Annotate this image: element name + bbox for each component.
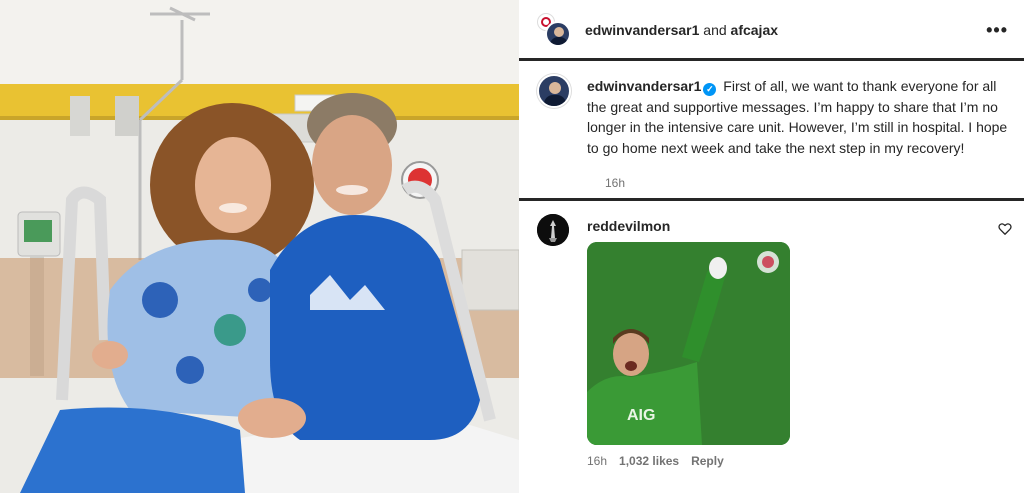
commenter-username[interactable]: reddevilmon <box>587 218 670 234</box>
comment-meta: 16h 1,032 likes Reply <box>587 454 736 468</box>
comment-likes[interactable]: 1,032 likes <box>619 454 679 468</box>
reply-button[interactable]: Reply <box>691 454 724 468</box>
post-photo <box>0 0 519 493</box>
gif-jersey-text: AIG <box>627 407 655 424</box>
header-conjunction: and <box>703 22 727 38</box>
hospital-photo-illustration <box>0 0 519 493</box>
comment-gif[interactable]: AIG <box>587 242 790 445</box>
commenter-avatar[interactable] <box>537 214 569 246</box>
verified-badge-icon: ✓ <box>703 83 717 96</box>
header-title: edwinvandersar1 and afcajax <box>585 22 778 38</box>
comment-timestamp[interactable]: 16h <box>587 454 607 468</box>
post-header: edwinvandersar1 and afcajax ••• <box>519 0 1024 60</box>
caption-avatar[interactable] <box>537 74 571 108</box>
goalkeeper-celebration-image: AIG <box>587 242 790 445</box>
collab-avatars[interactable] <box>537 13 571 47</box>
header-divider <box>519 58 1024 61</box>
header-account-link[interactable]: edwinvandersar1 <box>585 22 699 38</box>
comment-item: reddevilmon AIG 16h 1,032 likes Reply <box>537 214 1012 484</box>
caption-username[interactable]: edwinvandersar1 <box>587 78 701 94</box>
comments-panel: edwinvandersar1 and afcajax ••• edwinvan… <box>519 0 1024 493</box>
edwinvandersar1-avatar[interactable] <box>545 21 571 47</box>
heart-icon[interactable] <box>998 222 1012 236</box>
caption-timestamp[interactable]: 16h <box>605 176 625 190</box>
header-collaborator-link[interactable]: afcajax <box>731 22 778 38</box>
caption-divider <box>519 198 1024 201</box>
more-horizontal-icon[interactable]: ••• <box>986 20 1008 41</box>
caption-text: edwinvandersar1 ✓ First of all, we want t… <box>587 76 1012 158</box>
